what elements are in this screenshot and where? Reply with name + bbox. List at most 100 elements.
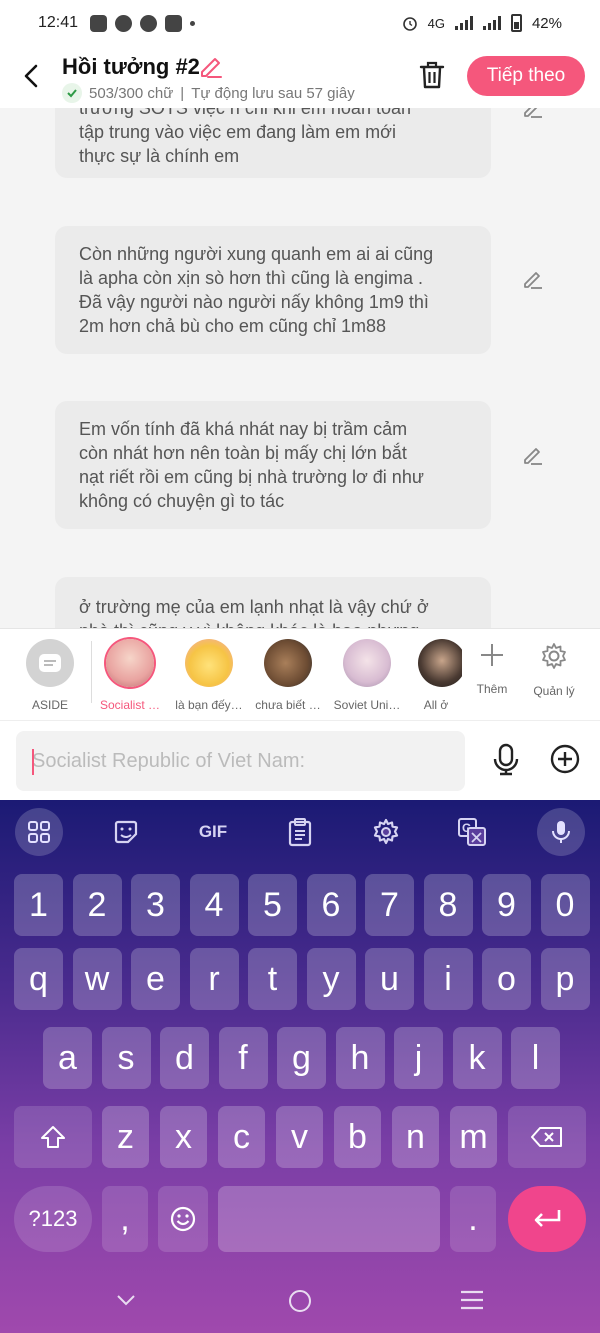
number-key[interactable]: 5 (248, 874, 297, 936)
letter-key[interactable]: z (102, 1106, 149, 1168)
home-circle-icon[interactable] (287, 1288, 313, 1314)
edit-paragraph-2-icon[interactable] (522, 269, 544, 291)
letter-key[interactable]: s (101, 1027, 151, 1089)
character-aside[interactable]: ASIDE (7, 639, 93, 712)
number-key[interactable]: 6 (306, 874, 356, 936)
enter-key[interactable] (508, 1186, 586, 1252)
instagram-icon (165, 14, 183, 32)
letter-key[interactable]: a (43, 1027, 92, 1089)
network-type: 4G (427, 15, 445, 31)
character-item[interactable]: là bạn đếy… (166, 639, 252, 712)
edit-title-icon[interactable] (198, 55, 224, 81)
letter-key[interactable]: m (450, 1106, 497, 1168)
back-arrow-icon[interactable] (20, 62, 44, 90)
letter-key[interactable]: n (392, 1106, 439, 1168)
aside-icon (26, 639, 74, 687)
letter-key[interactable]: x (160, 1106, 207, 1168)
letter-key[interactable]: y (306, 948, 356, 1010)
edit-paragraph-3-icon[interactable] (522, 445, 544, 467)
paragraph-card-3[interactable]: Em vốn tính đã khá nhát nay bị trầm cảm … (55, 401, 491, 529)
character-label: là bạn đếy… (175, 698, 243, 712)
avatar (185, 639, 233, 687)
edit-paragraph-1-icon[interactable] (522, 108, 544, 120)
letter-key[interactable]: f (218, 1027, 268, 1089)
letter-key[interactable]: g (277, 1027, 326, 1089)
shift-key[interactable] (14, 1106, 92, 1168)
clipboard-icon[interactable] (276, 810, 324, 854)
letter-key[interactable]: d (160, 1027, 209, 1089)
status-bar: 12:41 4G 42% (0, 0, 600, 46)
letter-key[interactable]: i (423, 948, 473, 1010)
recents-menu-icon[interactable] (459, 1288, 485, 1312)
keyboard-toolbar: GIF G (0, 800, 600, 862)
letter-key[interactable]: w (72, 948, 122, 1010)
number-key[interactable]: 3 (131, 874, 180, 936)
letter-key[interactable]: o (482, 948, 531, 1010)
letter-key[interactable]: j (394, 1027, 443, 1089)
sticker-icon[interactable] (102, 810, 150, 854)
letter-key[interactable]: c (218, 1106, 265, 1168)
number-key[interactable]: 2 (72, 874, 122, 936)
number-key[interactable]: 0 (540, 874, 590, 936)
signal-2-icon (482, 16, 501, 30)
backspace-icon (531, 1127, 562, 1147)
number-key[interactable]: 9 (482, 874, 531, 936)
comma-key[interactable]: , (102, 1186, 148, 1252)
letter-key[interactable]: t (248, 948, 297, 1010)
voice-input-icon[interactable] (537, 808, 585, 856)
letter-key[interactable]: k (452, 1027, 502, 1089)
letter-key[interactable]: e (131, 948, 180, 1010)
paragraph-line: Đã vậy người nào người nấy không 1m9 thì (79, 292, 429, 312)
gif-button[interactable]: GIF (189, 810, 237, 854)
symbols-key[interactable]: ?123 (14, 1186, 92, 1252)
apps-icon[interactable] (15, 808, 63, 856)
letter-key[interactable]: p (540, 948, 590, 1010)
message-input[interactable] (16, 731, 465, 791)
avatar (106, 639, 154, 687)
paragraph-card-2[interactable]: Còn những người xung quanh em ai ai cũng… (55, 226, 491, 354)
letter-key[interactable]: u (365, 948, 414, 1010)
signal-icon (454, 16, 473, 30)
translate-icon[interactable]: G (448, 810, 496, 854)
paragraph-line: Em vốn tính đã khá nhát nay bị trầm cảm (79, 419, 408, 439)
story-content[interactable]: trường SOTS việc ri chi khi em hoàn toàn… (0, 108, 600, 628)
backspace-key[interactable] (508, 1106, 586, 1168)
number-key[interactable]: 4 (189, 874, 239, 936)
letter-key[interactable]: q (14, 948, 63, 1010)
character-label: All ở (423, 698, 449, 712)
space-key[interactable] (218, 1186, 440, 1252)
avatar (343, 639, 391, 687)
add-label: Thêm (476, 682, 508, 696)
period-key[interactable]: . (450, 1186, 496, 1252)
emoji-key[interactable] (158, 1186, 208, 1252)
paragraph-card-1[interactable]: trường SOTS việc ri chi khi em hoàn toàn… (55, 108, 491, 178)
manage-label: Quản lý (533, 684, 575, 698)
letter-key[interactable]: b (334, 1106, 381, 1168)
manage-characters-button[interactable]: Quản lý (524, 641, 584, 698)
keyboard: GIF G 1234567890 qwertyuiop asdfghjkl zx… (0, 800, 600, 1333)
letter-key[interactable]: v (276, 1106, 323, 1168)
status-time: 12:41 (38, 14, 79, 31)
next-button[interactable]: Tiếp theo (467, 56, 585, 96)
character-item[interactable]: Socialist … (87, 639, 173, 712)
editor-header: Hồi tưởng #2 503/300 chữ | Tự động lưu s… (0, 46, 600, 108)
letter-key[interactable]: l (511, 1027, 560, 1089)
letter-key[interactable]: h (335, 1027, 385, 1089)
number-key[interactable]: 1 (14, 874, 63, 936)
paragraph-line: nhà thì cũng y vì không khác là bao nhưn… (79, 619, 467, 628)
settings-icon[interactable] (362, 810, 410, 854)
number-key[interactable]: 8 (423, 874, 473, 936)
chevron-down-icon[interactable] (114, 1288, 138, 1312)
add-character-button[interactable]: Thêm (462, 641, 522, 696)
save-status: 503/300 chữ | Tự động lưu sau 57 giây (62, 83, 355, 103)
autosave-text: Tự động lưu sau 57 giây (191, 84, 355, 102)
letter-key[interactable]: r (189, 948, 239, 1010)
mic-icon[interactable] (490, 743, 522, 777)
trash-icon[interactable] (418, 60, 446, 90)
character-item[interactable]: chưa biết … (245, 639, 331, 712)
paragraph-line: là apha còn xịn sò hơn thì cũng là engim… (79, 268, 424, 288)
paragraph-card-4[interactable]: ở trường mẹ của em lạnh nhạt là vậy chứ … (55, 577, 491, 628)
add-circle-icon[interactable] (549, 743, 581, 775)
number-key[interactable]: 7 (365, 874, 414, 936)
paragraph-line: Còn những người xung quanh em ai ai cũng (79, 244, 434, 264)
